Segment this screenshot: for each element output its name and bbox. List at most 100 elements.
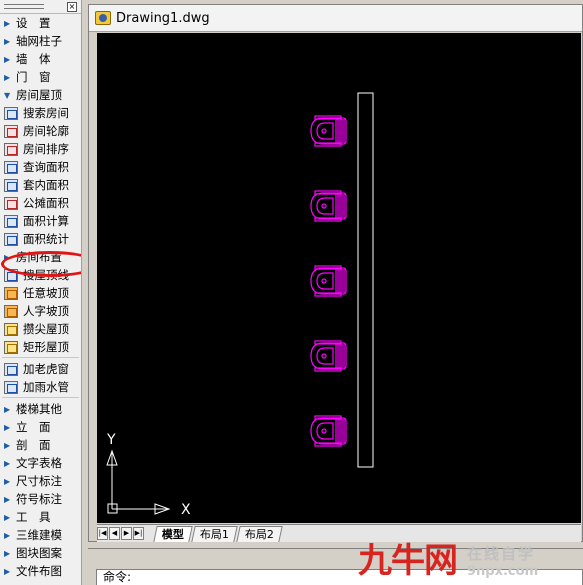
dormer-window-icon bbox=[4, 362, 18, 376]
layout-tab-label: 布局2 bbox=[244, 528, 274, 541]
toilet-fixture[interactable] bbox=[310, 415, 347, 447]
palette-item-label: 工 具 bbox=[16, 510, 51, 524]
palette-category[interactable]: ▶ 墙 体 bbox=[0, 50, 81, 68]
expand-right-icon: ▶ bbox=[4, 566, 11, 576]
last-tab-icon[interactable]: ▶| bbox=[133, 527, 144, 540]
palette-command[interactable]: 矩形屋顶 bbox=[0, 338, 81, 356]
palette-item-label: 加老虎窗 bbox=[23, 362, 69, 376]
toilet-fixture[interactable] bbox=[310, 340, 347, 372]
palette-category[interactable]: ▶ 图块图案 bbox=[0, 544, 81, 562]
expand-right-icon: ▶ bbox=[4, 440, 11, 450]
palette-command[interactable]: 房间轮廓 bbox=[0, 122, 81, 140]
palette-item-label: 立 面 bbox=[16, 420, 51, 434]
toilet-fixture[interactable] bbox=[310, 190, 347, 222]
palette-category[interactable]: ▶ 门 窗 bbox=[0, 68, 81, 86]
palette-category[interactable]: ▶ 剖 面 bbox=[0, 436, 81, 454]
first-tab-icon[interactable]: |◀ bbox=[97, 527, 108, 540]
fixture-group bbox=[310, 115, 347, 447]
palette-category[interactable]: ▶ 工 具 bbox=[0, 508, 81, 526]
palette-item-label: 面积计算 bbox=[23, 214, 69, 228]
palette-category[interactable]: ▶ 楼梯其他 bbox=[0, 400, 81, 418]
drawing-title: Drawing1.dwg bbox=[116, 10, 210, 26]
ucs-icon bbox=[106, 449, 171, 515]
expand-right-icon: ▶ bbox=[4, 458, 11, 468]
palette-command[interactable]: 查询面积 bbox=[0, 158, 81, 176]
expand-right-icon: ▶ bbox=[4, 494, 11, 504]
palette-item-label: 符号标注 bbox=[16, 492, 62, 506]
palette-command[interactable]: 加老虎窗 bbox=[0, 360, 81, 378]
expand-right-icon: ▶ bbox=[4, 404, 11, 414]
palette-item-label: 房间轮廓 bbox=[23, 124, 69, 138]
drawing-window: Drawing1.dwg Y X |◀ ◀ ▶ ▶| 模型 布局1 布局2 bbox=[88, 4, 583, 542]
layout-tab[interactable]: 布局1 bbox=[191, 526, 238, 542]
palette-item-label: 查询面积 bbox=[23, 160, 69, 174]
room-outline-icon bbox=[4, 124, 18, 138]
palette-item-label: 任意坡顶 bbox=[23, 286, 69, 300]
palette-item-label: 墙 体 bbox=[16, 52, 51, 66]
watermark-url: 9npx.com bbox=[467, 564, 539, 579]
layout-tab[interactable]: 模型 bbox=[153, 526, 193, 542]
expand-right-icon: ▶ bbox=[4, 476, 11, 486]
ucs-x-label: X bbox=[181, 502, 191, 518]
expand-right-icon: ▶ bbox=[4, 530, 11, 540]
gable-roof-icon bbox=[4, 304, 18, 318]
palette-command[interactable]: 任意坡顶 bbox=[0, 284, 81, 302]
palette-category[interactable]: ▶ 符号标注 bbox=[0, 490, 81, 508]
room-sort-icon bbox=[4, 142, 18, 156]
palette-titlebar[interactable]: × bbox=[0, 0, 81, 14]
palette-category[interactable]: ▼ 房间屋顶 bbox=[0, 86, 81, 104]
palette-item-label: 图块图案 bbox=[16, 546, 62, 560]
toilet-fixture[interactable] bbox=[310, 115, 347, 147]
drawing-titlebar[interactable]: Drawing1.dwg bbox=[89, 5, 582, 32]
palette-item-label: 攒尖屋顶 bbox=[23, 322, 69, 336]
palette-item-label: 剖 面 bbox=[16, 438, 51, 452]
expand-right-icon: ▶ bbox=[4, 72, 11, 82]
prev-tab-icon[interactable]: ◀ bbox=[109, 527, 120, 540]
layout-tab-label: 模型 bbox=[161, 528, 184, 541]
palette-category[interactable]: ▶ 三维建模 bbox=[0, 526, 81, 544]
shared-area-icon bbox=[4, 196, 18, 210]
palette-list: ▶ 设 置 ▶ 轴网柱子 ▶ 墙 体 ▶ 门 窗 ▼ 房间屋顶 搜索房间 房间轮廓 房间排序 查询面积 套内… bbox=[0, 14, 81, 580]
expand-down-icon: ▼ bbox=[4, 90, 11, 100]
palette-command[interactable]: 人字坡顶 bbox=[0, 302, 81, 320]
palette-grip-icon[interactable] bbox=[4, 4, 44, 9]
rain-pipe-icon bbox=[4, 380, 18, 394]
palette-command[interactable]: 搜索房间 bbox=[0, 104, 81, 122]
palette-category[interactable]: ▶ 文字表格 bbox=[0, 454, 81, 472]
palette-command[interactable]: 套内面积 bbox=[0, 176, 81, 194]
palette-item-label: 设 置 bbox=[16, 16, 51, 30]
palette-command[interactable]: 加雨水管 bbox=[0, 378, 81, 396]
palette-command[interactable]: 房间排序 bbox=[0, 140, 81, 158]
palette-item-label: 三维建模 bbox=[16, 528, 62, 542]
palette-item-label: 套内面积 bbox=[23, 178, 69, 192]
palette-category[interactable]: ▶ 轴网柱子 bbox=[0, 32, 81, 50]
palette-command[interactable]: 面积计算 bbox=[0, 212, 81, 230]
toilet-fixture[interactable] bbox=[310, 265, 347, 297]
palette-item-label: 矩形屋顶 bbox=[23, 340, 69, 354]
wall-rectangle[interactable] bbox=[357, 92, 374, 468]
palette-command[interactable]: 面积统计 bbox=[0, 230, 81, 248]
palette-category[interactable]: ▶ 设 置 bbox=[0, 14, 81, 32]
palette-category[interactable]: ▶ 文件布图 bbox=[0, 562, 81, 580]
palette-item-label: 加雨水管 bbox=[23, 380, 69, 394]
query-area-icon bbox=[4, 160, 18, 174]
model-canvas[interactable]: Y X bbox=[97, 33, 581, 523]
palette-category[interactable]: ▶ 立 面 bbox=[0, 418, 81, 436]
tool-palette: × ▶ 设 置 ▶ 轴网柱子 ▶ 墙 体 ▶ 门 窗 ▼ 房间屋顶 搜索房间 房间轮廓 房间排序 查询面积… bbox=[0, 0, 82, 585]
palette-close-icon[interactable]: × bbox=[67, 1, 77, 12]
area-stats-icon bbox=[4, 232, 18, 246]
palette-category[interactable]: ▶ 尺寸标注 bbox=[0, 472, 81, 490]
palette-item-label: 门 窗 bbox=[16, 70, 51, 84]
palette-item-label: 搜索房间 bbox=[23, 106, 69, 120]
palette-item-label: 尺寸标注 bbox=[16, 474, 62, 488]
dwg-file-icon bbox=[95, 11, 111, 25]
palette-command[interactable]: 攒尖屋顶 bbox=[0, 320, 81, 338]
rect-roof-icon bbox=[4, 340, 18, 354]
next-tab-icon[interactable]: ▶ bbox=[121, 527, 132, 540]
layout-tab-label: 布局1 bbox=[199, 528, 229, 541]
palette-command[interactable]: 公摊面积 bbox=[0, 194, 81, 212]
palette-item-label: 人字坡顶 bbox=[23, 304, 69, 318]
layout-tab[interactable]: 布局2 bbox=[236, 526, 283, 542]
expand-right-icon: ▶ bbox=[4, 36, 11, 46]
expand-right-icon: ▶ bbox=[4, 54, 11, 64]
